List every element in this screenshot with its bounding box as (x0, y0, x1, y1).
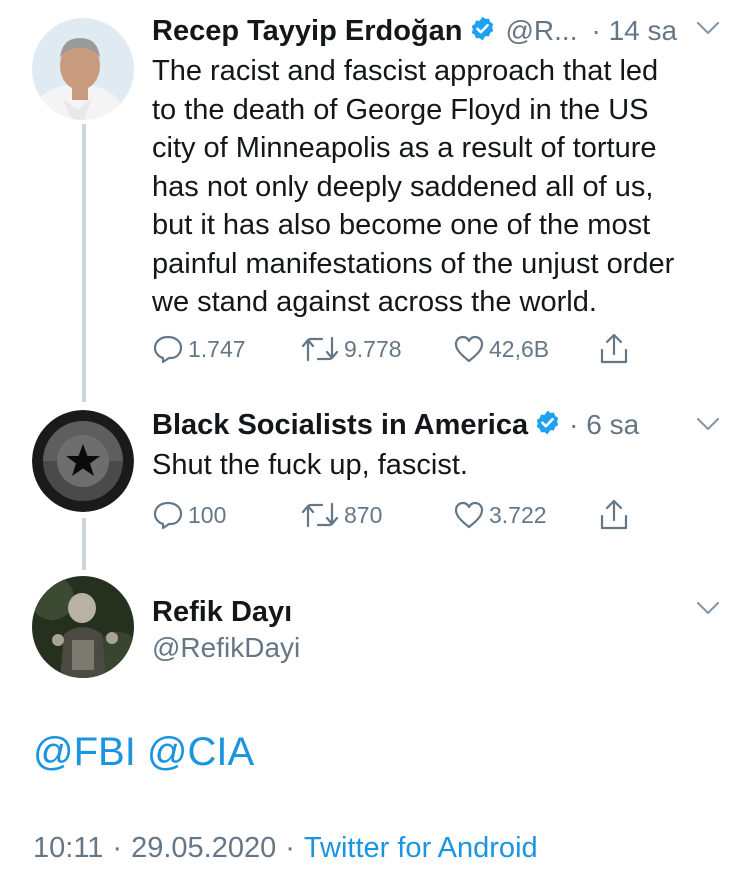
chevron-down-icon[interactable] (695, 600, 721, 623)
tweet-text-line: The racist and fascist approach that led (152, 55, 659, 87)
separator: · (285, 832, 295, 864)
tweet-text-line: painful manifestations of the unjust ord… (152, 247, 675, 280)
tweet-time[interactable]: · 6 sa (569, 409, 639, 441)
tweet-text-line: city of Minneapolis as a result of tortu… (152, 132, 657, 164)
heart-icon (454, 335, 484, 363)
reply-icon (153, 335, 183, 364)
tweet-timestamp: 10:11 · 29.05.2020 · Twitter for Android (33, 832, 538, 865)
like-count: 3.722 (489, 501, 547, 528)
like-count: 42,6B (489, 335, 550, 362)
share-icon (600, 333, 628, 364)
chevron-down-icon[interactable] (695, 20, 721, 43)
author-handle[interactable]: @RefikDayi (152, 632, 300, 664)
mention-link[interactable]: @FBI (33, 730, 136, 775)
tweet-time[interactable]: · 14 sa (591, 15, 677, 47)
share-button[interactable] (598, 332, 634, 366)
reply-count: 100 (188, 501, 227, 528)
heart-icon (454, 501, 484, 529)
author-name[interactable]: Refik Dayı (152, 596, 292, 629)
tweet-date: 29.05.2020 (131, 832, 277, 864)
like-button[interactable]: 42,6B (453, 334, 549, 364)
tweet-text-line: but it has also become one of the most (152, 209, 651, 241)
reply-count: 1.747 (188, 335, 246, 362)
retweet-count: 9.778 (344, 335, 402, 362)
avatar[interactable] (32, 18, 134, 120)
mention-link[interactable]: @CIA (147, 730, 254, 775)
retweet-icon (301, 336, 339, 362)
share-icon (600, 499, 628, 530)
tweet-text: The racist and fascist approach that led… (152, 52, 742, 322)
retweet-count: 870 (344, 501, 383, 528)
author-handle[interactable]: @R... (506, 15, 578, 47)
retweet-button[interactable]: 9.778 (300, 334, 402, 364)
reply-icon (153, 501, 183, 530)
separator: · (112, 832, 123, 864)
share-button[interactable] (598, 498, 634, 532)
reply-button[interactable]: 1.747 (152, 334, 246, 364)
tweet-text-line: has not only deeply saddened all of us, (152, 170, 654, 203)
reply-button[interactable]: 100 (152, 500, 226, 530)
avatar[interactable] (32, 410, 134, 512)
tweet-text-line: we stand against across the world. (152, 286, 597, 318)
verified-badge-icon (469, 15, 496, 47)
tweet-header: Black Socialists in America · 6 sa (152, 406, 639, 444)
retweet-icon (301, 502, 339, 528)
avatar[interactable] (32, 576, 134, 678)
tweet-header: Recep Tayyip Erdoğan @R... · 14 sa (152, 12, 677, 50)
tweet-text: Shut the fuck up, fascist. (152, 449, 468, 481)
verified-badge-icon (534, 409, 561, 441)
like-button[interactable]: 3.722 (453, 500, 547, 530)
source-client-link[interactable]: Twitter for Android (304, 832, 538, 865)
thread-line-1 (82, 124, 86, 402)
retweet-button[interactable]: 870 (300, 500, 382, 530)
thread-line-2 (82, 518, 86, 570)
tweet-text-line: to the death of George Floyd in the US (152, 93, 649, 126)
author-name[interactable]: Recep Tayyip Erdoğan (152, 15, 463, 48)
tweet-text: @FBI @CIA (33, 730, 254, 775)
chevron-down-icon[interactable] (695, 416, 721, 439)
tweet-time: 10:11 (33, 832, 104, 864)
author-name[interactable]: Black Socialists in America (152, 409, 528, 442)
